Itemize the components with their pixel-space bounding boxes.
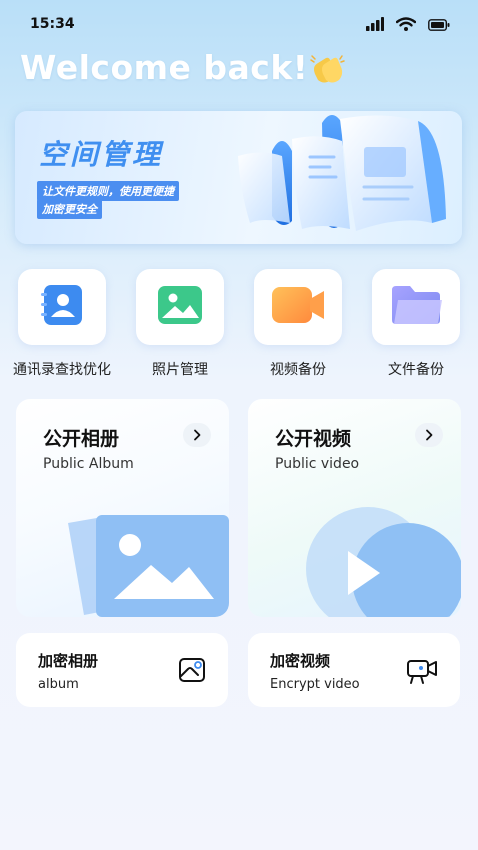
contacts-icon bbox=[38, 283, 86, 331]
video-camera-outline-icon bbox=[406, 657, 438, 689]
contacts-tile[interactable] bbox=[18, 269, 106, 345]
encrypt-video-subtitle: Encrypt video bbox=[270, 677, 360, 692]
chevron-right-icon bbox=[424, 426, 434, 445]
wifi-icon bbox=[395, 16, 417, 35]
banner-subtitle-line2: 加密更安全 bbox=[37, 199, 102, 219]
video-backup-tile[interactable] bbox=[254, 269, 342, 345]
quick-action-file-backup[interactable]: 文件备份 bbox=[370, 269, 462, 378]
quick-action-label: 文件备份 bbox=[388, 362, 444, 378]
banner-title: 空间管理 bbox=[39, 138, 164, 171]
photo-icon bbox=[156, 284, 204, 330]
battery-icon bbox=[428, 16, 450, 35]
photos-tile[interactable] bbox=[136, 269, 224, 345]
signal-icon bbox=[366, 16, 384, 35]
status-bar: 15:34 bbox=[0, 0, 478, 46]
public-video-title: 公开视频 bbox=[275, 428, 352, 450]
image-frame-icon bbox=[178, 657, 206, 687]
quick-action-contacts[interactable]: 通讯录查找优化 bbox=[13, 269, 111, 378]
status-time: 15:34 bbox=[30, 16, 75, 32]
public-album-card[interactable]: 公开相册 Public Album bbox=[16, 399, 229, 617]
public-album-title: 公开相册 bbox=[43, 428, 120, 450]
video-illustration bbox=[306, 507, 461, 617]
status-icons bbox=[366, 16, 450, 35]
public-album-subtitle: Public Album bbox=[43, 456, 134, 472]
public-video-arrow-button[interactable] bbox=[415, 423, 443, 447]
space-management-banner[interactable]: 空间管理 让文件更规则，使用更便捷 加密更安全 bbox=[15, 111, 462, 244]
encrypt-album-subtitle: album bbox=[38, 677, 79, 692]
public-video-subtitle: Public video bbox=[275, 456, 360, 472]
encrypt-video-title: 加密视频 bbox=[270, 652, 331, 670]
album-illustration bbox=[68, 515, 229, 617]
clapping-hands-icon bbox=[309, 54, 345, 90]
folder-icon bbox=[388, 284, 444, 330]
banner-subtitle-line1: 让文件更规则，使用更便捷 bbox=[37, 181, 179, 201]
encrypt-album-title: 加密相册 bbox=[38, 652, 99, 670]
public-album-arrow-button[interactable] bbox=[183, 423, 211, 447]
video-camera-icon bbox=[270, 285, 326, 329]
quick-action-video-backup[interactable]: 视频备份 bbox=[252, 269, 344, 378]
document-scroll-illustration bbox=[238, 115, 446, 231]
encrypt-album-card[interactable]: 加密相册 album bbox=[16, 633, 228, 707]
quick-action-photos[interactable]: 照片管理 bbox=[134, 269, 226, 378]
file-backup-tile[interactable] bbox=[372, 269, 460, 345]
welcome-title: Welcome back! bbox=[20, 48, 309, 87]
public-video-card[interactable]: 公开视频 Public video bbox=[248, 399, 461, 617]
encrypt-video-card[interactable]: 加密视频 Encrypt video bbox=[248, 633, 460, 707]
chevron-right-icon bbox=[192, 426, 202, 445]
